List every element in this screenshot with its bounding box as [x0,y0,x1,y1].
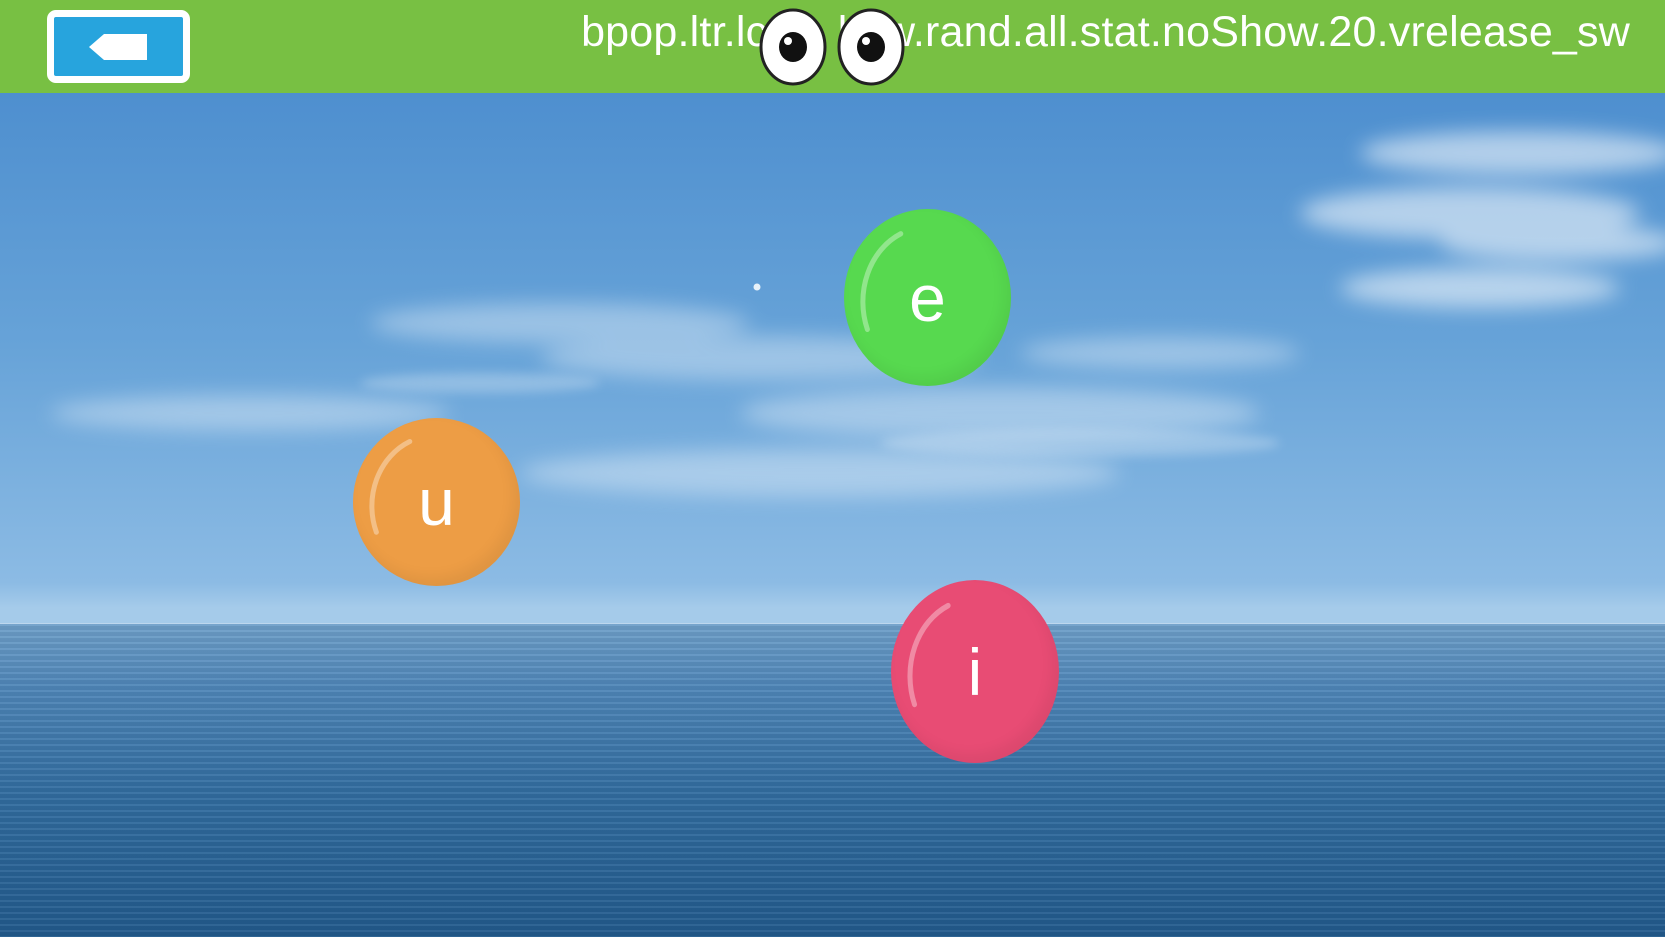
app-title: bpop.ltr.lc:l... l...w.rand.all.stat.noS… [581,8,1630,56]
letter-bubble-e[interactable]: e [844,209,1011,386]
sea [0,624,1665,937]
sky-sea-background [0,93,1665,937]
bubble-letter: u [418,465,455,539]
back-arrow-icon [88,33,147,60]
clouds-illustration [50,131,1665,497]
letter-bubble-i[interactable]: i [891,580,1059,763]
bubble-letter: e [909,260,946,335]
bubble-letter: i [967,634,983,709]
back-button[interactable] [47,10,190,83]
letter-bubble-u[interactable]: u [353,418,520,586]
eyes-icon [759,8,905,86]
app-screen: bpop.ltr.lc:l... l...w.rand.all.stat.noS… [0,0,1665,937]
